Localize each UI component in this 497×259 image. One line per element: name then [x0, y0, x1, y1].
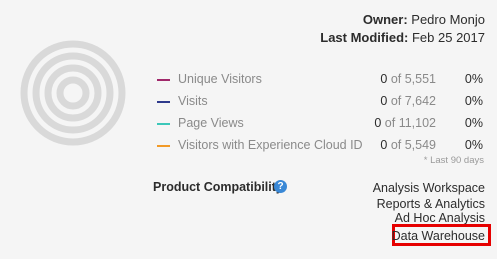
owner-value: Pedro Monjo	[411, 12, 485, 27]
metric-row-unique-visitors: Unique Visitors 0 of 5,551 0%	[0, 70, 497, 90]
date-range-note: * Last 90 days	[423, 155, 484, 166]
metric-count: 0 of 5,549	[380, 138, 436, 152]
series-swatch	[157, 145, 170, 147]
metric-name: Unique Visitors	[178, 72, 262, 86]
metric-name: Visits	[178, 94, 208, 108]
metric-percent: 0%	[464, 138, 483, 152]
compat-data-warehouse: Data Warehouse	[391, 229, 485, 243]
metric-name: Visitors with Experience Cloud ID	[178, 138, 363, 152]
product-compatibility-label: Product Compatibility	[153, 180, 283, 194]
metric-percent: 0%	[464, 94, 483, 108]
compat-reports-analytics: Reports & Analytics	[376, 197, 485, 211]
help-icon[interactable]: ?	[274, 180, 287, 193]
last-modified-value: Feb 25 2017	[411, 30, 485, 45]
metric-row-page-views: Page Views 0 of 11,102 0%	[0, 114, 497, 134]
metric-row-visitors-ecid: Visitors with Experience Cloud ID 0 of 5…	[0, 136, 497, 156]
owner-label: Owner:	[362, 12, 408, 27]
metric-count: 0 of 5,551	[380, 72, 436, 86]
compat-ad-hoc-analysis: Ad Hoc Analysis	[394, 211, 485, 225]
metric-count: 0 of 11,102	[374, 116, 436, 130]
last-modified-line: Last Modified: Feb 25 2017	[320, 30, 485, 45]
compat-analysis-workspace: Analysis Workspace	[372, 181, 485, 195]
series-swatch	[157, 79, 170, 81]
last-modified-label: Last Modified:	[320, 30, 409, 45]
metric-row-visits: Visits 0 of 7,642 0%	[0, 92, 497, 112]
owner-line: Owner: Pedro Monjo	[363, 12, 485, 27]
metric-percent: 0%	[464, 116, 483, 130]
series-swatch	[157, 101, 170, 103]
series-swatch	[157, 123, 170, 125]
metric-percent: 0%	[464, 72, 483, 86]
metric-name: Page Views	[178, 116, 244, 130]
metric-count: 0 of 7,642	[380, 94, 436, 108]
